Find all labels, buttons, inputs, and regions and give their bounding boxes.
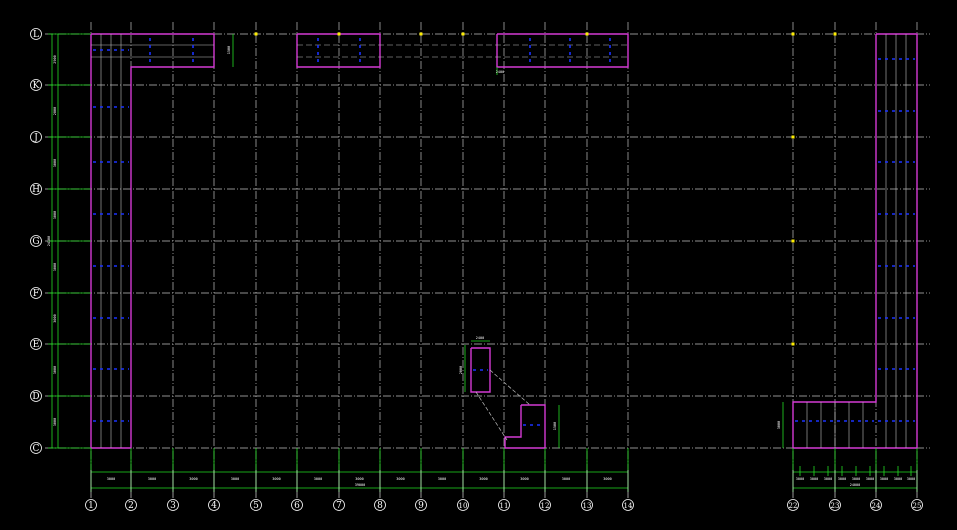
dim-local-text: 1500: [553, 422, 557, 430]
dim-right-text: 3000: [838, 477, 846, 481]
row-bubble-label: H: [32, 185, 40, 195]
row-bubble-label: C: [33, 444, 40, 454]
dim-bottom-text: 3000: [396, 477, 404, 481]
dim-local-text: 3000: [777, 421, 781, 429]
dim-left-text: 3000: [53, 418, 57, 426]
column-marker: [791, 239, 795, 243]
col-bubble-label: 7: [336, 501, 342, 511]
row-bubble-label: F: [33, 289, 39, 299]
dim-local-text: 2000: [459, 366, 463, 374]
dim-bottom-text: 3000: [272, 477, 280, 481]
dim-right-total-text: 24000: [850, 483, 861, 487]
col-bubble-label: 10: [459, 502, 468, 510]
col-bubble-label: 25: [913, 502, 922, 510]
grid-lines: [45, 22, 930, 470]
dim-bottom-text: 3000: [479, 477, 487, 481]
dim-bottom-text: 3000: [562, 477, 570, 481]
column-marker: [585, 32, 589, 36]
dim-right-text: 3000: [907, 477, 915, 481]
dim-right-text: 3000: [880, 477, 888, 481]
row-bubble-label: G: [32, 237, 39, 247]
dim-right-text: 3000: [810, 477, 818, 481]
dim-left-text: 3000: [53, 366, 57, 374]
dim-bottom-text: 3000: [520, 477, 528, 481]
dim-bottom-text: 3000: [314, 477, 322, 481]
column-marker: [833, 32, 837, 36]
col-bubble-label: 22: [789, 502, 798, 510]
dim-left-text: 2800: [53, 107, 57, 115]
col-bubble-label: 14: [624, 502, 633, 510]
col-bubble-label: 1: [88, 501, 94, 511]
dim-bottom-text: 3000: [355, 477, 363, 481]
col-bubble-label: 4: [211, 501, 217, 511]
axis-bubbles: LKJHGFEDC1 2 3 4 5 6 7 8 9 10 11 12 13 14 22 23 24 25: [30, 28, 923, 511]
col-bubble-label: 5: [253, 501, 259, 511]
col-bubble-label: 13: [583, 502, 592, 510]
row-bubble-label: D: [32, 392, 39, 402]
cad-drawing-canvas[interactable]: 2900 2800 3000 3000 3000 3000 3000 3000 24100 300…: [0, 0, 957, 530]
dim-left-text: 3000: [53, 211, 57, 219]
col-bubble-label: 9: [418, 501, 424, 511]
dim-right-text: 3000: [852, 477, 860, 481]
wall-stair-lower: [504, 404, 546, 449]
col-bubble-label: 11: [500, 502, 509, 510]
col-bubble-label: 12: [541, 502, 550, 510]
col-bubble-label: 6: [294, 501, 300, 511]
row-bubble-label: E: [33, 340, 40, 350]
dim-bottom-text: 3000: [107, 477, 115, 481]
dim-bottom-text: 3000: [189, 477, 197, 481]
dim-right-text: 3000: [894, 477, 902, 481]
stair-diagonal: [489, 369, 531, 406]
row-bubble-label: K: [33, 81, 40, 91]
dim-bottom-text: 3000: [231, 477, 239, 481]
col-bubble-label: 3: [170, 501, 176, 511]
column-marker: [791, 32, 795, 36]
column-marker: [254, 32, 258, 36]
column-marker: [337, 32, 341, 36]
dim-right-text: 3000: [866, 477, 874, 481]
dim-left-total-text: 24100: [47, 236, 51, 247]
dim-bottom-text: 3000: [603, 477, 611, 481]
dim-local-text: 1500: [227, 46, 231, 54]
col-bubble-label: 2: [128, 501, 134, 511]
col-bubble-label: 23: [831, 502, 840, 510]
wall-top-right: [496, 33, 629, 68]
col-bubble-label: 8: [377, 501, 383, 511]
row-bubble-label: J: [33, 133, 38, 143]
dim-bottom-text: 3000: [148, 477, 156, 481]
row-bubble-label: L: [33, 30, 39, 40]
dim-left-text: 3000: [53, 263, 57, 271]
dimension-lines: 2900 2800 3000 3000 3000 3000 3000 3000 24100 300…: [47, 33, 918, 492]
dim-right-text: 3000: [796, 477, 804, 481]
dim-bottom-text: 3000: [438, 477, 446, 481]
dim-left-text: 3000: [53, 159, 57, 167]
column-marker: [791, 135, 795, 139]
column-marker: [461, 32, 465, 36]
dim-left-text: 3000: [53, 314, 57, 322]
dim-bottom-total-text: 39000: [355, 483, 366, 487]
stair-diagonal: [475, 391, 508, 441]
column-marker: [791, 342, 795, 346]
dim-local-text: 2400: [496, 70, 504, 74]
col-bubble-label: 24: [872, 502, 881, 510]
wall-top-middle: [296, 33, 381, 68]
column-marker: [419, 32, 423, 36]
dim-right-text: 3000: [824, 477, 832, 481]
dim-local-text: 2400: [476, 336, 484, 340]
dim-left-text: 2900: [53, 55, 57, 63]
